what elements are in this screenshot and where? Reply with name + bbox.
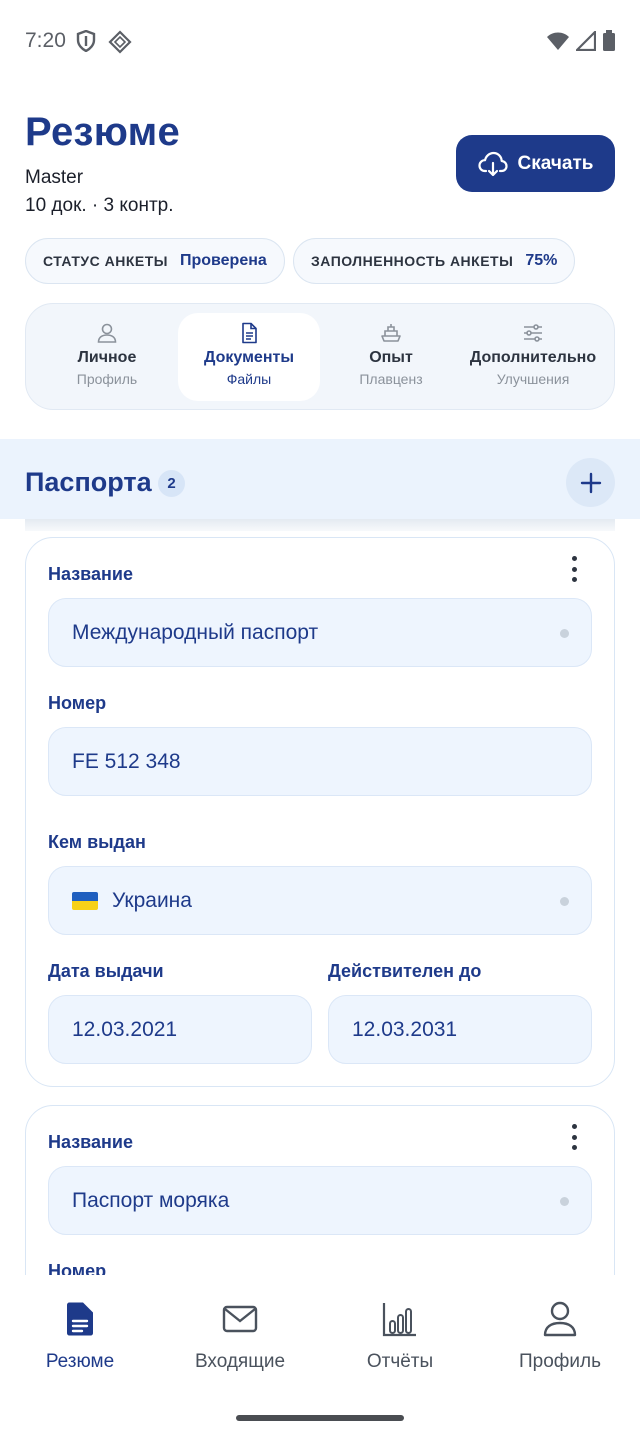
section-tabs: Личное Профиль Документы Файлы Опыт Плав…: [25, 303, 615, 410]
valid-until-value: 12.03.2031: [352, 1017, 458, 1041]
name-select[interactable]: Паспорт моряка: [48, 1166, 592, 1235]
nav-resume[interactable]: Резюме: [0, 1299, 160, 1373]
nav-resume-label: Резюме: [45, 1351, 115, 1372]
passport-list[interactable]: Название Международный паспорт Номер FE …: [0, 519, 640, 1275]
signal-icon: [576, 31, 596, 51]
bottom-navigation: Резюме Входящие Отчёты Профиль: [0, 1275, 640, 1437]
download-button[interactable]: Скачать: [456, 135, 615, 192]
mail-icon: [220, 1299, 260, 1339]
cloud-download-icon: [477, 151, 508, 176]
plus-icon: [580, 472, 601, 493]
completion-chip: ЗАПОЛНЕННОСТЬ АНКЕТЫ 75%: [293, 238, 576, 284]
status-right-icons: [546, 30, 616, 52]
nav-inbox-label: Входящие: [194, 1351, 286, 1372]
more-options-icon[interactable]: [562, 1122, 586, 1152]
bar-chart-icon: [380, 1299, 420, 1339]
tab-documents-subtitle: Файлы: [226, 371, 272, 387]
tab-documents[interactable]: Документы Файлы: [178, 313, 320, 401]
status-chip-value: Проверена: [179, 252, 267, 269]
name-select-value: Международный паспорт: [72, 620, 319, 644]
document-count: 10 док. · 3 контр.: [25, 195, 174, 216]
issuer-select-value: Украина: [112, 888, 192, 912]
ship-icon: [381, 324, 401, 342]
home-indicator[interactable]: [236, 1415, 404, 1421]
tab-experience-subtitle: Плавценз: [359, 371, 423, 387]
name-select[interactable]: Международный паспорт: [48, 598, 592, 667]
download-button-label: Скачать: [517, 152, 594, 174]
tab-personal[interactable]: Личное Профиль: [36, 313, 178, 401]
issue-date-label: Дата выдачи: [48, 961, 164, 981]
status-chip: СТАТУС АНКЕТЫ Проверена: [25, 238, 285, 284]
more-options-icon[interactable]: [562, 554, 586, 584]
issuer-label: Кем выдан: [48, 832, 146, 852]
number-label: Номер: [48, 1261, 107, 1275]
document-icon: [242, 322, 257, 344]
person-icon: [97, 323, 117, 343]
battery-icon: [603, 30, 615, 51]
dropdown-dot-icon: [560, 897, 569, 906]
tab-additional-subtitle: Улучшения: [496, 371, 570, 387]
rank-label: Master: [25, 167, 84, 188]
person-icon: [540, 1299, 580, 1339]
tab-additional[interactable]: Дополнительно Улучшения: [462, 313, 604, 401]
passport-card: Название Международный паспорт Номер FE …: [25, 537, 615, 1087]
add-passport-button[interactable]: [566, 458, 615, 507]
document-filled-icon: [60, 1299, 100, 1339]
number-label: Номер: [48, 693, 107, 713]
page-title: Резюме: [25, 110, 181, 154]
issuer-select[interactable]: Украина: [48, 866, 592, 935]
nav-inbox[interactable]: Входящие: [160, 1299, 320, 1373]
sliders-icon: [524, 324, 542, 342]
issue-date-field[interactable]: 12.03.2021: [48, 995, 312, 1064]
passport-card: Название Паспорт моряка Номер: [25, 1105, 615, 1275]
ukraine-flag-icon: [72, 891, 98, 910]
name-label: Название: [48, 1132, 133, 1152]
completion-chip-label: ЗАПОЛНЕННОСТЬ АНКЕТЫ: [311, 253, 514, 269]
tab-additional-title: Дополнительно: [469, 349, 597, 366]
section-count-badge: 2: [158, 470, 185, 497]
nav-profile[interactable]: Профиль: [480, 1299, 640, 1373]
number-field[interactable]: FE 512 348: [48, 727, 592, 796]
nav-profile-label: Профиль: [518, 1351, 602, 1372]
number-field-value: FE 512 348: [72, 749, 181, 773]
diamond-grid-icon: [108, 30, 132, 54]
wifi-icon: [547, 32, 569, 50]
status-chip-label: СТАТУС АНКЕТЫ: [43, 253, 168, 269]
section-title: Паспорта: [25, 467, 152, 497]
valid-until-label: Действителен до: [328, 961, 482, 981]
section-shadow: [25, 519, 615, 531]
completion-chip-value: 75%: [525, 252, 558, 269]
name-select-value: Паспорт моряка: [72, 1188, 230, 1212]
nav-reports-label: Отчёты: [366, 1351, 434, 1372]
issue-date-value: 12.03.2021: [72, 1017, 178, 1041]
tab-personal-subtitle: Профиль: [76, 371, 138, 387]
status-left-icons: [76, 30, 132, 54]
status-bar: 7:20: [0, 0, 640, 84]
status-time: 7:20: [25, 29, 66, 52]
nav-reports[interactable]: Отчёты: [320, 1299, 480, 1373]
tab-experience[interactable]: Опыт Плавценз: [320, 313, 462, 401]
dropdown-dot-icon: [560, 1197, 569, 1206]
valid-until-field[interactable]: 12.03.2031: [328, 995, 592, 1064]
name-label: Название: [48, 564, 133, 584]
tab-experience-title: Опыт: [369, 349, 413, 366]
tab-personal-title: Личное: [77, 349, 137, 366]
tab-documents-title: Документы: [204, 349, 294, 366]
shield-icon: [76, 30, 96, 52]
dropdown-dot-icon: [560, 629, 569, 638]
